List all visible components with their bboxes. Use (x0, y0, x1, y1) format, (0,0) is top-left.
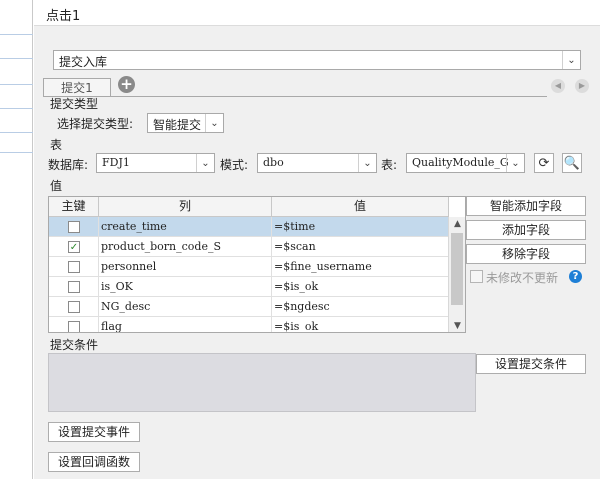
row-value[interactable]: =$is_ok (272, 317, 449, 332)
grid-vertical-scrollbar[interactable]: ▲ ▼ (448, 217, 465, 332)
condition-display-box[interactable] (48, 353, 476, 412)
scroll-up-icon[interactable]: ▲ (449, 217, 465, 231)
row-column[interactable]: flag (99, 317, 272, 332)
row-value[interactable]: =$time (272, 217, 449, 237)
scroll-left-icon[interactable]: ◀ (551, 79, 565, 93)
table-label: 表: (381, 158, 398, 172)
left-strip-line (0, 58, 33, 59)
panel-header: 点击1 (34, 0, 600, 26)
table-row[interactable]: is_OK =$is_ok (49, 277, 449, 297)
submit-type-value: 智能提交 (153, 118, 202, 132)
row-column[interactable]: personnel (99, 257, 272, 277)
scroll-down-icon[interactable]: ▼ (449, 319, 465, 332)
submit-settings-panel: 点击1 提交入库 ⌄ 提交1 + ◀ ▶ 提交类型 选择提交类型: 智能提交 ⌄… (34, 0, 600, 479)
scroll-right-icon[interactable]: ▶ (575, 79, 589, 93)
action-select[interactable]: 提交入库 ⌄ (53, 50, 581, 70)
chevron-down-icon[interactable]: ⌄ (562, 51, 580, 69)
table-row[interactable]: flag =$is_ok (49, 317, 449, 332)
database-select[interactable]: FDJ1 ⌄ (96, 153, 215, 173)
preview-icon[interactable]: 🔍 (562, 153, 582, 173)
chevron-down-icon[interactable]: ⌄ (506, 154, 524, 172)
primary-key-checkbox[interactable] (68, 261, 80, 273)
primary-key-checkbox[interactable] (68, 301, 80, 313)
remove-field-button[interactable]: 移除字段 (466, 244, 586, 264)
refresh-icon[interactable]: ⟳ (534, 153, 554, 173)
no-update-unmodified-label: 未修改不更新 (486, 271, 559, 285)
database-label: 数据库: (48, 158, 89, 172)
add-tab-icon[interactable]: + (118, 76, 135, 93)
no-update-unmodified-checkbox[interactable] (470, 270, 483, 283)
column-header-value[interactable]: 值 (272, 197, 449, 217)
table-row[interactable]: ✓ product_born_code_S =$scan (49, 237, 449, 257)
scrollbar-thumb[interactable] (451, 233, 463, 305)
primary-key-checkbox[interactable] (68, 221, 80, 233)
left-panel-strip (0, 0, 33, 479)
chevron-down-icon[interactable]: ⌄ (358, 154, 376, 172)
grid-header: 主键 列 值 (49, 197, 449, 217)
values-section-label: 值 (50, 179, 63, 193)
left-strip-line (0, 34, 33, 35)
primary-key-checkbox[interactable] (68, 321, 80, 332)
left-strip-line (0, 84, 33, 85)
tab-divider (43, 96, 547, 97)
schema-value: dbo (263, 156, 284, 169)
schema-select[interactable]: dbo ⌄ (257, 153, 377, 173)
table-row[interactable]: create_time =$time (49, 217, 449, 237)
set-submit-event-button[interactable]: 设置提交事件 (48, 422, 140, 442)
row-value[interactable]: =$ngdesc (272, 297, 449, 317)
smart-add-field-button[interactable]: 智能添加字段 (466, 196, 586, 216)
database-value: FDJ1 (102, 156, 130, 169)
primary-key-checkbox[interactable] (68, 281, 80, 293)
tab-label: 提交1 (61, 81, 93, 95)
row-column[interactable]: product_born_code_S (99, 237, 272, 257)
submit-type-section-label: 提交类型 (50, 97, 99, 111)
column-header-column[interactable]: 列 (99, 197, 272, 217)
row-column[interactable]: create_time (99, 217, 272, 237)
condition-section-label: 提交条件 (50, 338, 99, 352)
row-column[interactable]: NG_desc (99, 297, 272, 317)
left-strip-line (0, 152, 33, 153)
primary-key-checkbox[interactable]: ✓ (68, 241, 80, 253)
row-column[interactable]: is_OK (99, 277, 272, 297)
chevron-down-icon[interactable]: ⌄ (205, 114, 223, 132)
action-select-value: 提交入库 (59, 55, 108, 69)
panel-title: 点击1 (46, 9, 81, 24)
submit-type-label: 选择提交类型: (57, 117, 134, 131)
table-select[interactable]: QualityModule_G ⌄ (406, 153, 525, 173)
schema-label: 模式: (220, 158, 249, 172)
table-row[interactable]: personnel =$fine_username (49, 257, 449, 277)
left-strip-line (0, 132, 33, 133)
left-strip-line (0, 108, 33, 109)
table-value: QualityModule_G (412, 156, 508, 169)
values-grid: 主键 列 值 create_time =$time ✓ product_born… (48, 196, 466, 333)
submit-type-select[interactable]: 智能提交 ⌄ (147, 113, 224, 133)
column-header-key[interactable]: 主键 (49, 197, 99, 217)
row-value[interactable]: =$fine_username (272, 257, 449, 277)
table-section-label: 表 (50, 138, 63, 152)
add-field-button[interactable]: 添加字段 (466, 220, 586, 240)
chevron-down-icon[interactable]: ⌄ (196, 154, 214, 172)
help-icon[interactable]: ? (569, 270, 582, 283)
table-row[interactable]: NG_desc =$ngdesc (49, 297, 449, 317)
row-value[interactable]: =$scan (272, 237, 449, 257)
set-callback-button[interactable]: 设置回调函数 (48, 452, 140, 472)
row-value[interactable]: =$is_ok (272, 277, 449, 297)
set-condition-button[interactable]: 设置提交条件 (476, 354, 586, 374)
